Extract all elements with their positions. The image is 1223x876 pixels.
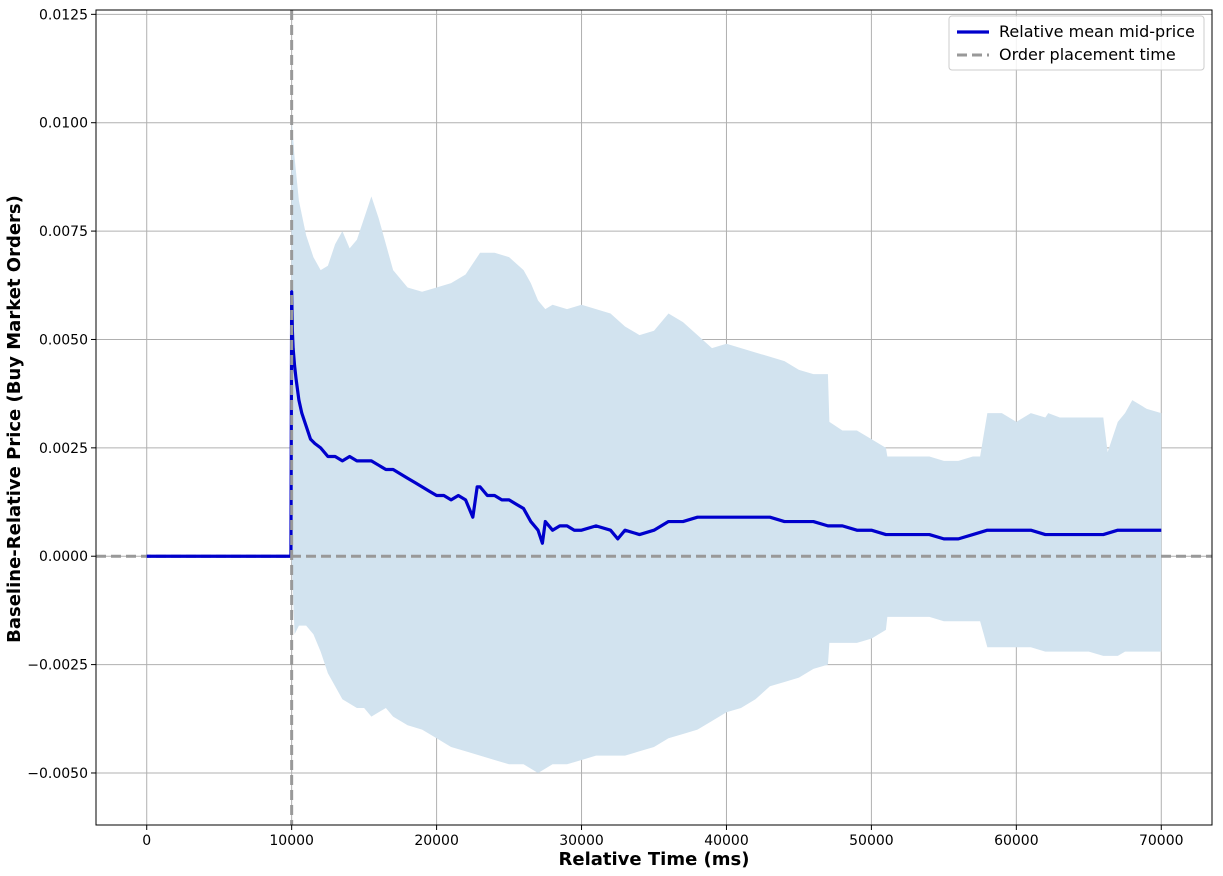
x-tick-label: 60000: [994, 833, 1039, 849]
legend-order-label: Order placement time: [999, 45, 1176, 64]
legend: Relative mean mid-price Order placement …: [948, 15, 1205, 71]
x-tick-label: 50000: [849, 833, 894, 849]
x-tick-label: 20000: [414, 833, 459, 849]
x-tick-label: 70000: [1139, 833, 1184, 849]
x-tick-label: 0: [142, 833, 151, 849]
legend-mean-label: Relative mean mid-price: [999, 22, 1195, 41]
y-tick-label: 0.0075: [39, 224, 88, 240]
y-tick-label: 0.0100: [39, 116, 88, 132]
y-tick-label: −0.0025: [27, 658, 88, 674]
y-axis-label: Baseline-Relative Price (Buy Market Orde…: [4, 195, 25, 643]
y-tick-label: 0.0000: [39, 549, 88, 565]
y-tick-label: 0.0050: [39, 332, 88, 348]
x-tick-label: 10000: [269, 833, 314, 849]
y-tick-label: 0.0125: [39, 7, 88, 23]
x-axis-label: Relative Time (ms): [559, 849, 750, 870]
chart-figure: 0 10000 20000 30000 40000 50000 60000 70000 −0.…: [0, 0, 1223, 876]
y-tick-label: −0.0050: [27, 766, 88, 782]
x-tick-label: 40000: [704, 833, 749, 849]
x-tick-label: 30000: [559, 833, 604, 849]
y-tick-label: 0.0025: [39, 441, 88, 457]
